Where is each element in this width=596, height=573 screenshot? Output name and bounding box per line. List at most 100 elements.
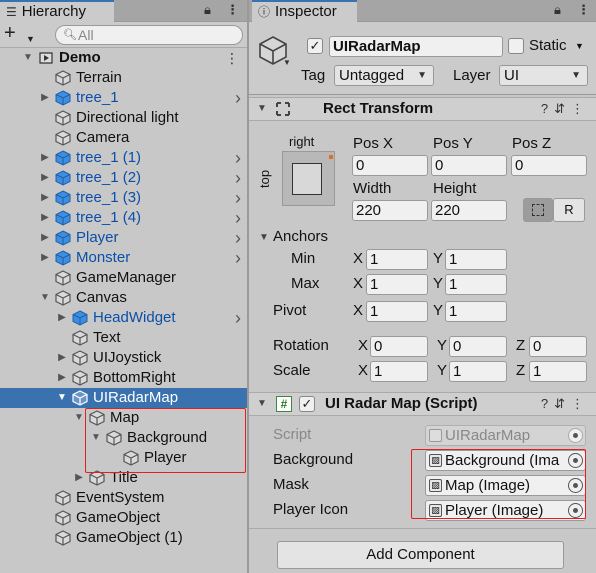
anchors-label: Anchors	[273, 228, 329, 245]
chevron-right-icon[interactable]: ›	[235, 248, 241, 268]
chevron-right-icon[interactable]: ›	[235, 228, 241, 248]
object-name-field[interactable]: UIRadarMap	[329, 36, 503, 57]
kebab-menu-icon[interactable]: ⋮	[577, 2, 590, 18]
component-tools-icons[interactable]: ?⇵⋮	[541, 101, 590, 117]
scale-z-field[interactable]: 1	[529, 361, 587, 382]
chevron-right-icon[interactable]: ›	[235, 308, 241, 328]
hierarchy-item[interactable]: Directional light	[0, 108, 247, 128]
collapse-arrow-icon[interactable]: ▶	[39, 228, 51, 248]
axis-x-label: X	[353, 302, 364, 319]
hierarchy-item[interactable]: ▶ tree_1 (1) ›	[0, 148, 247, 168]
hierarchy-search-input[interactable]: 🔍︎ All	[55, 25, 243, 45]
collapse-arrow-icon[interactable]: ▶	[56, 368, 68, 388]
prefab-cube-icon	[55, 230, 71, 246]
kebab-menu-icon[interactable]: ⋮	[225, 48, 239, 68]
pos-y-field[interactable]: 0	[431, 155, 507, 176]
hierarchy-item[interactable]: ▶ HeadWidget ›	[0, 308, 247, 328]
collapse-arrow-icon[interactable]: ▶	[73, 468, 85, 488]
hierarchy-item[interactable]: GameObject	[0, 508, 247, 528]
raw-edit-button[interactable]: R	[553, 198, 585, 222]
hierarchy-item[interactable]: ▶ tree_1 ›	[0, 88, 247, 108]
hierarchy-item[interactable]: ▶ tree_1 (4) ›	[0, 208, 247, 228]
hierarchy-item[interactable]: ▼ Demo ⋮	[0, 48, 247, 68]
collapse-arrow-icon[interactable]: ▶	[39, 248, 51, 268]
component-enabled-checkbox[interactable]: ✓	[299, 396, 315, 412]
radar-map-script-header[interactable]: ▼ # ✓ UI Radar Map (Script) ?⇵⋮	[249, 392, 596, 416]
chevron-right-icon[interactable]: ›	[235, 188, 241, 208]
static-dropdown-icon[interactable]: ▼	[575, 41, 584, 51]
anchors-foldout-icon[interactable]: ▼	[259, 232, 269, 243]
pos-x-field[interactable]: 0	[352, 155, 428, 176]
tab-inspector[interactable]: ⓘ Inspector	[252, 0, 357, 22]
hierarchy-item[interactable]: ▶ tree_1 (3) ›	[0, 188, 247, 208]
hierarchy-item[interactable]: ▶ Monster ›	[0, 248, 247, 268]
collapse-arrow-icon[interactable]: ▶	[39, 208, 51, 228]
scale-x-field[interactable]: 1	[370, 361, 428, 382]
hierarchy-item-label: GameManager	[76, 269, 177, 286]
anchor-preset-square	[292, 163, 322, 195]
hierarchy-item[interactable]: Terrain	[0, 68, 247, 88]
hierarchy-item[interactable]: ▶ Player ›	[0, 228, 247, 248]
rotation-y-field[interactable]: 0	[449, 336, 507, 357]
collapse-arrow-icon[interactable]: ▶	[39, 148, 51, 168]
component-tools-icons[interactable]: ?⇵⋮	[541, 396, 590, 412]
expand-arrow-icon[interactable]: ▼	[39, 288, 51, 308]
hierarchy-item[interactable]: ▼ UIRadarMap	[0, 388, 247, 408]
expand-arrow-icon[interactable]: ▼	[73, 408, 85, 428]
caret-down-icon[interactable]: ▼	[283, 58, 291, 67]
foldout-arrow-icon[interactable]: ▼	[257, 103, 267, 114]
hierarchy-item[interactable]: GameObject (1)	[0, 528, 247, 548]
scale-y-field[interactable]: 1	[449, 361, 507, 382]
tag-dropdown[interactable]: Untagged ▼	[334, 65, 434, 86]
chevron-right-icon[interactable]: ›	[235, 168, 241, 188]
tab-hierarchy[interactable]: ☰ Hierarchy	[0, 0, 114, 22]
layer-dropdown[interactable]: UI ▼	[499, 65, 588, 86]
collapse-arrow-icon[interactable]: ▶	[56, 348, 68, 368]
anchor-min-x-field[interactable]: 1	[366, 249, 428, 270]
inspector-panel: ⓘ Inspector 🔒︎ ⋮ ▼ ✓ UIRadarMap Static ▼ …	[249, 0, 596, 573]
width-field[interactable]: 220	[352, 200, 428, 221]
hierarchy-item[interactable]: GameManager	[0, 268, 247, 288]
collapse-arrow-icon[interactable]: ▶	[39, 188, 51, 208]
collapse-arrow-icon[interactable]: ▶	[39, 168, 51, 188]
pos-z-field[interactable]: 0	[511, 155, 587, 176]
active-checkbox[interactable]: ✓	[307, 38, 323, 54]
rect-transform-header[interactable]: ▼ Rect Transform ?⇵⋮	[249, 97, 596, 121]
chevron-right-icon[interactable]: ›	[235, 148, 241, 168]
collapse-arrow-icon[interactable]: ▶	[56, 308, 68, 328]
expand-arrow-icon[interactable]: ▼	[22, 48, 34, 68]
anchor-preset-button[interactable]	[282, 151, 335, 206]
lock-icon[interactable]: 🔒︎	[204, 2, 211, 18]
foldout-arrow-icon[interactable]: ▼	[257, 398, 267, 409]
hierarchy-item-label: Text	[93, 329, 121, 346]
kebab-menu-icon[interactable]: ⋮	[226, 2, 239, 18]
prefab-cube-icon	[72, 310, 88, 326]
pos-z-label: Pos Z	[512, 135, 552, 152]
pivot-x-field[interactable]: 1	[366, 301, 428, 322]
pivot-y-field[interactable]: 1	[445, 301, 507, 322]
hierarchy-item[interactable]: ▶ BottomRight	[0, 368, 247, 388]
hierarchy-item[interactable]: ▶ tree_1 (2) ›	[0, 168, 247, 188]
hierarchy-item[interactable]: EventSystem	[0, 488, 247, 508]
chevron-right-icon[interactable]: ›	[235, 88, 241, 108]
add-component-button[interactable]: Add Component	[277, 541, 564, 569]
collapse-arrow-icon[interactable]: ▶	[39, 88, 51, 108]
hierarchy-item[interactable]: ▼ Canvas	[0, 288, 247, 308]
blueprint-mode-button[interactable]	[523, 198, 553, 222]
inspector-tabbar: ⓘ Inspector 🔒︎ ⋮	[249, 0, 596, 22]
static-checkbox[interactable]	[508, 38, 524, 54]
hierarchy-item[interactable]: Text	[0, 328, 247, 348]
anchor-max-x-field[interactable]: 1	[366, 274, 428, 295]
chevron-right-icon[interactable]: ›	[235, 208, 241, 228]
add-object-button[interactable]: + ▼	[4, 23, 38, 44]
hierarchy-item[interactable]: ▶ UIJoystick	[0, 348, 247, 368]
anchor-min-y-field[interactable]: 1	[445, 249, 507, 270]
mask-label: Mask	[273, 476, 309, 493]
lock-icon[interactable]: 🔒︎	[554, 2, 561, 18]
rotation-z-field[interactable]: 0	[529, 336, 587, 357]
expand-arrow-icon[interactable]: ▼	[56, 388, 68, 408]
rotation-x-field[interactable]: 0	[370, 336, 428, 357]
height-field[interactable]: 220	[431, 200, 507, 221]
hierarchy-item[interactable]: Camera	[0, 128, 247, 148]
anchor-max-y-field[interactable]: 1	[445, 274, 507, 295]
